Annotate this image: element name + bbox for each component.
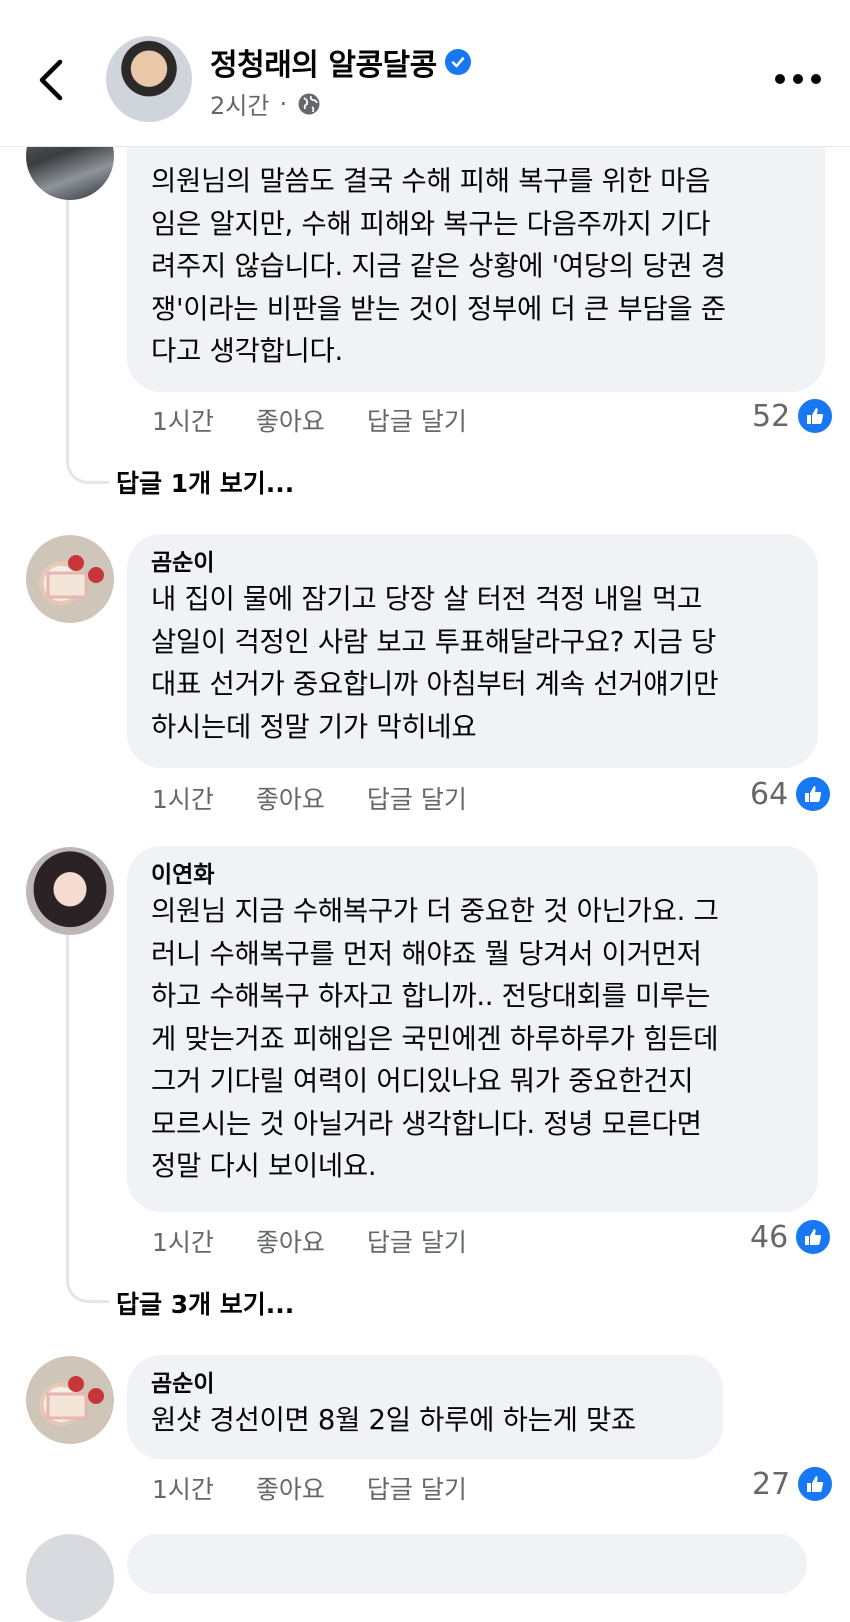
more-options-button[interactable]	[770, 64, 826, 94]
page-name-text[interactable]: 정청래의 알콩달콩	[210, 40, 437, 84]
thumbs-up-icon	[794, 775, 833, 813]
thumbs-up-icon	[796, 1465, 835, 1503]
thread-connector-curve	[66, 455, 109, 484]
reaction-count[interactable]: 27	[752, 1465, 835, 1503]
globe-icon	[298, 93, 320, 114]
comment-text: 의원님 지금 수해복구가 더 중요한 것 아닌가요. 그 러니 수해복구를 먼저…	[151, 895, 719, 1182]
comment-text: 내 집이 물에 잠기고 당장 살 터전 걱정 내일 먹고 살일이 걱정인 사람 …	[151, 583, 719, 743]
reaction-count[interactable]: 52	[752, 397, 835, 435]
post-meta: 2시간 ·	[210, 86, 321, 121]
reply-link[interactable]: 답글 달기	[367, 1223, 467, 1259]
page-title[interactable]: 정청래의 알콩달콩	[210, 40, 471, 84]
like-count: 46	[750, 1219, 789, 1255]
post-time[interactable]: 2시간	[210, 86, 269, 121]
like-link[interactable]: 좋아요	[256, 1223, 325, 1259]
thread-connector-curve	[66, 1274, 109, 1303]
comment-text: 의원님의 말씀도 결국 수해 피해 복구를 위한 마음 임은 알지만, 수해 피…	[151, 165, 726, 367]
comment-actions: 1시간 좋아요 답글 달기	[152, 1223, 467, 1259]
chevron-left-icon	[39, 59, 63, 101]
comment-time: 1시간	[152, 785, 214, 814]
commenter-avatar[interactable]	[26, 1534, 114, 1622]
commenter-avatar[interactable]	[26, 535, 114, 623]
comment-actions: 1시간 좋아요 답글 달기	[152, 1470, 467, 1506]
view-replies-link[interactable]: 답글 1개 보기...	[116, 464, 294, 500]
thumbs-up-icon	[794, 1218, 833, 1256]
commenter-name[interactable]: 곰순이	[151, 1369, 699, 1399]
meta-separator: ·	[279, 89, 288, 118]
reply-link[interactable]: 답글 달기	[367, 1470, 467, 1506]
like-count: 64	[750, 776, 789, 812]
like-link[interactable]: 좋아요	[256, 780, 325, 816]
commenter-name[interactable]: 곰순이	[151, 548, 794, 578]
page-avatar[interactable]	[106, 36, 192, 122]
comment-bubble: 이연화 의원님 지금 수해복구가 더 중요한 것 아닌가요. 그 러니 수해복구…	[127, 846, 818, 1212]
thread-connector	[66, 935, 69, 1275]
cake-image	[46, 1376, 104, 1420]
cake-image	[46, 555, 104, 599]
reaction-count[interactable]: 46	[750, 1218, 833, 1256]
comment-time: 1시간	[152, 1475, 214, 1504]
comment-text: 원샷 경선이면 8월 2일 하루에 하는게 맞죠	[151, 1404, 637, 1436]
reply-link[interactable]: 답글 달기	[367, 780, 467, 816]
comment-bubble: 곰순이 내 집이 물에 잠기고 당장 살 터전 걱정 내일 먹고 살일이 걱정인…	[127, 534, 818, 768]
like-link[interactable]: 좋아요	[256, 1470, 325, 1506]
reply-link[interactable]: 답글 달기	[367, 402, 467, 438]
like-link[interactable]: 좋아요	[256, 402, 325, 438]
reaction-count[interactable]: 64	[750, 775, 833, 813]
comment-time: 1시간	[152, 407, 214, 436]
comment-bubble	[127, 1534, 807, 1594]
page-header: 정청래의 알콩달콩 2시간 ·	[0, 0, 850, 147]
comment-actions: 1시간 좋아요 답글 달기	[152, 402, 467, 438]
commenter-name[interactable]: 이연화	[151, 860, 794, 890]
like-count: 52	[752, 398, 791, 434]
commenter-avatar[interactable]	[26, 847, 114, 935]
thumbs-up-icon	[796, 397, 835, 435]
commenter-avatar[interactable]	[26, 1356, 114, 1444]
like-count: 27	[752, 1466, 791, 1502]
comment-time: 1시간	[152, 1228, 214, 1257]
more-dots-icon	[775, 74, 821, 84]
back-button[interactable]	[30, 50, 74, 110]
comment-actions: 1시간 좋아요 답글 달기	[152, 780, 467, 816]
comment-bubble: 곰순이 원샷 경선이면 8월 2일 하루에 하는게 맞죠	[127, 1355, 723, 1459]
verified-badge-icon	[444, 49, 471, 75]
view-replies-link[interactable]: 답글 3개 보기...	[116, 1285, 294, 1321]
